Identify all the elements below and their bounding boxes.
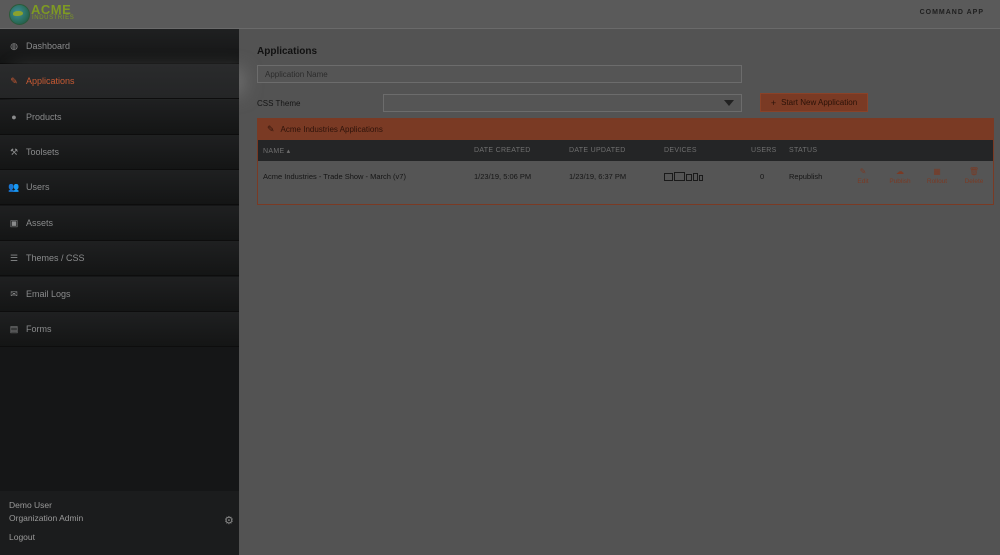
css-icon: ☰ [9, 252, 19, 263]
command-app-brand: COMMAND APP [919, 9, 984, 16]
chevron-down-icon [724, 100, 734, 106]
sidebar-item-toolsets[interactable]: ⚒ Toolsets [0, 135, 239, 170]
sidebar-item-themes-css[interactable]: ☰ Themes / CSS [0, 241, 239, 276]
sidebar-item-email-logs[interactable]: ✉ Email Logs [0, 277, 239, 312]
laptop-device-icon [674, 172, 685, 181]
sidebar-item-products[interactable]: ● Products [0, 100, 239, 135]
acme-logo[interactable]: ACME INDUSTRIES [9, 3, 89, 25]
wrench-icon: ⚒ [9, 146, 19, 157]
sidebar-item-label: Themes / CSS [26, 253, 85, 263]
sidebar-item-dashboard[interactable]: ◍ Dashboard [0, 29, 239, 64]
logo-subtitle: INDUSTRIES [32, 15, 75, 21]
sidebar-item-label: Dashboard [26, 41, 71, 51]
phone-device-icon [693, 173, 698, 181]
start-new-application-button[interactable]: + Start New Application [760, 93, 868, 112]
table-row: Acme Industries - Trade Show - March (v7… [258, 161, 993, 194]
start-new-application-label: Start New Application [781, 98, 858, 107]
devices-cell [664, 172, 703, 181]
panel-title: Acme Industries Applications [280, 125, 383, 134]
sidebar-item-label: Forms [26, 324, 52, 334]
top-bar: ACME INDUSTRIES COMMAND APP [0, 0, 1000, 29]
column-header-devices[interactable]: DEVICES [664, 147, 697, 154]
forms-icon: ▤ [9, 323, 19, 334]
logout-link[interactable]: Logout [9, 532, 35, 542]
sidebar: ◍ Dashboard ✎ Applications ● Products ⚒ … [0, 29, 239, 555]
tablet-device-icon [686, 174, 692, 181]
edit-icon: ✎ [267, 124, 275, 134]
sidebar-footer: Demo User Organization Admin Logout ⚙ [0, 491, 239, 555]
user-name: Demo User [9, 500, 52, 510]
css-theme-select[interactable] [383, 94, 742, 112]
desktop-device-icon [664, 173, 673, 181]
sidebar-item-label: Email Logs [26, 289, 71, 299]
publish-button[interactable]: ☁ Publish [885, 167, 915, 186]
edit-icon: ✎ [10, 75, 18, 86]
page-title: Applications [257, 46, 318, 57]
globe-logo-icon [9, 4, 30, 25]
envelope-icon: ✉ [10, 288, 18, 299]
products-icon: ● [11, 112, 17, 122]
column-header-date-updated[interactable]: DATE UPDATED [569, 147, 626, 154]
column-header-users[interactable]: USERS [751, 147, 777, 154]
rollout-icon: ▦ [933, 167, 941, 176]
pencil-icon: ✎ [859, 167, 867, 176]
sidebar-item-label: Products [26, 112, 62, 122]
column-header-status[interactable]: STATUS [789, 147, 817, 154]
sidebar-item-label: Assets [26, 218, 54, 228]
sidebar-item-users[interactable]: 👥 Users [0, 170, 239, 205]
column-header-date-created[interactable]: DATE CREATED [474, 147, 531, 154]
date-created-cell: 1/23/19, 5:06 PM [474, 172, 532, 181]
sidebar-item-forms[interactable]: ▤ Forms [0, 312, 239, 347]
image-icon: ▣ [9, 217, 19, 228]
users-cell: 0 [760, 172, 765, 181]
gear-icon[interactable]: ⚙ [224, 514, 234, 527]
application-name-input[interactable] [257, 65, 742, 83]
rollout-button[interactable]: ▦ Rollout [922, 167, 952, 186]
dashboard-icon: ◍ [10, 40, 18, 51]
table-header: NAME ▴ DATE CREATED DATE UPDATED DEVICES… [258, 140, 993, 161]
app-name-cell[interactable]: Acme Industries - Trade Show - March (v7… [263, 172, 406, 181]
edit-button[interactable]: ✎ Edit [848, 167, 878, 186]
delete-button[interactable]: 🗑 Delete [959, 167, 989, 186]
users-icon: 👥 [8, 181, 20, 192]
user-role: Organization Admin [9, 513, 84, 523]
panel-header: ✎ Acme Industries Applications [258, 119, 993, 140]
sidebar-item-label: Toolsets [26, 147, 60, 157]
css-theme-label: CSS Theme [257, 99, 301, 108]
sidebar-item-label: Applications [26, 76, 75, 86]
date-updated-cell: 1/23/19, 6:37 PM [569, 172, 627, 181]
status-cell: Republish [789, 172, 823, 181]
column-header-name[interactable]: NAME ▴ [263, 147, 291, 155]
sidebar-item-label: Users [26, 182, 50, 192]
applications-panel: ✎ Acme Industries Applications NAME ▴ DA… [257, 118, 994, 205]
main-content: Applications CSS Theme + Start New Appli… [240, 29, 1000, 555]
small-phone-device-icon [699, 175, 703, 181]
plus-icon: + [770, 97, 777, 108]
sidebar-item-assets[interactable]: ▣ Assets [0, 206, 239, 241]
trash-icon: 🗑 [968, 167, 980, 176]
sidebar-item-applications[interactable]: ✎ Applications [0, 64, 239, 99]
cloud-upload-icon: ☁ [896, 167, 904, 176]
